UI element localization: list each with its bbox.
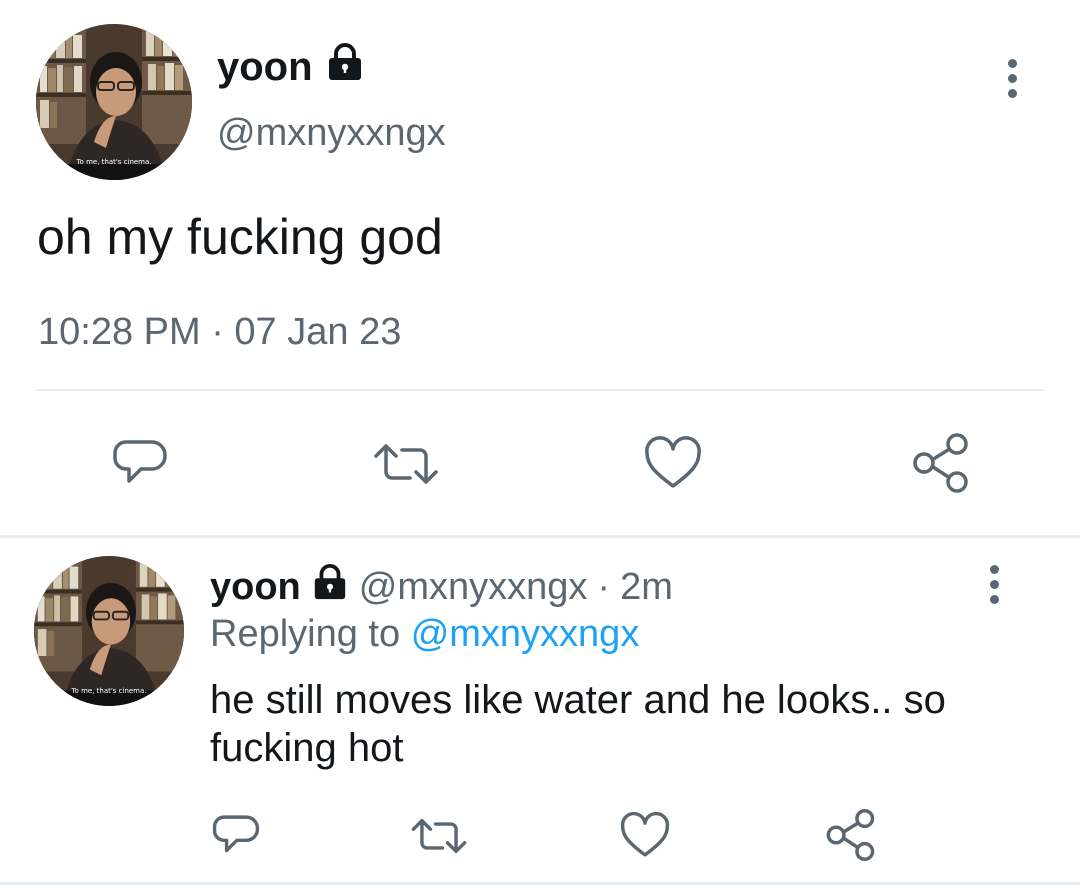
share-button[interactable] bbox=[910, 432, 970, 494]
heart-icon bbox=[620, 812, 670, 857]
lock-icon bbox=[311, 563, 349, 611]
reply-icon bbox=[212, 815, 260, 853]
divider bbox=[0, 535, 1080, 538]
retweet-button[interactable] bbox=[372, 436, 440, 492]
replying-to: Replying to @mxnyxxngx bbox=[210, 613, 639, 656]
avatar[interactable]: To me, that's cinema. bbox=[36, 24, 192, 180]
separator: · bbox=[597, 565, 611, 608]
avatar-caption: To me, that's cinema. bbox=[71, 687, 147, 695]
display-name[interactable]: yoon bbox=[217, 45, 313, 90]
avatar-photo bbox=[36, 24, 192, 180]
retweet-button[interactable] bbox=[410, 812, 468, 860]
replying-prefix: Replying to bbox=[210, 613, 401, 655]
reply-header: yoon @mxnyxxngx · 2m bbox=[210, 563, 673, 611]
retweet-icon bbox=[411, 818, 467, 854]
heart-icon bbox=[645, 436, 701, 488]
lock-icon bbox=[325, 42, 365, 92]
share-button[interactable] bbox=[824, 808, 876, 862]
like-button[interactable] bbox=[620, 812, 670, 860]
author-handle[interactable]: @mxnyxxngx bbox=[217, 112, 446, 155]
author-name[interactable]: yoon bbox=[217, 42, 365, 92]
avatar[interactable]: To me, that's cinema. bbox=[34, 556, 184, 706]
reply-icon bbox=[113, 440, 167, 483]
author-handle[interactable]: @mxnyxxngx bbox=[359, 566, 588, 609]
retweet-icon bbox=[374, 444, 438, 484]
display-name[interactable]: yoon bbox=[210, 566, 301, 609]
share-icon bbox=[826, 809, 875, 861]
reply-button[interactable] bbox=[212, 812, 260, 860]
avatar-photo bbox=[34, 556, 184, 706]
tweet-age[interactable]: 2m bbox=[620, 566, 673, 609]
more-vertical-icon[interactable] bbox=[990, 562, 999, 607]
share-icon bbox=[913, 433, 968, 493]
avatar-caption: To me, that's cinema. bbox=[76, 158, 152, 166]
tweet-timestamp[interactable]: 10:28 PM · 07 Jan 23 bbox=[38, 311, 401, 354]
more-vertical-icon[interactable] bbox=[1008, 56, 1017, 101]
tweet-text: oh my fucking god bbox=[37, 209, 443, 265]
reply-button[interactable] bbox=[112, 436, 168, 492]
tweet-text: he still moves like water and he looks..… bbox=[210, 678, 946, 770]
replying-mention-link[interactable]: @mxnyxxngx bbox=[411, 613, 640, 655]
like-button[interactable] bbox=[644, 436, 702, 492]
divider bbox=[36, 389, 1044, 391]
